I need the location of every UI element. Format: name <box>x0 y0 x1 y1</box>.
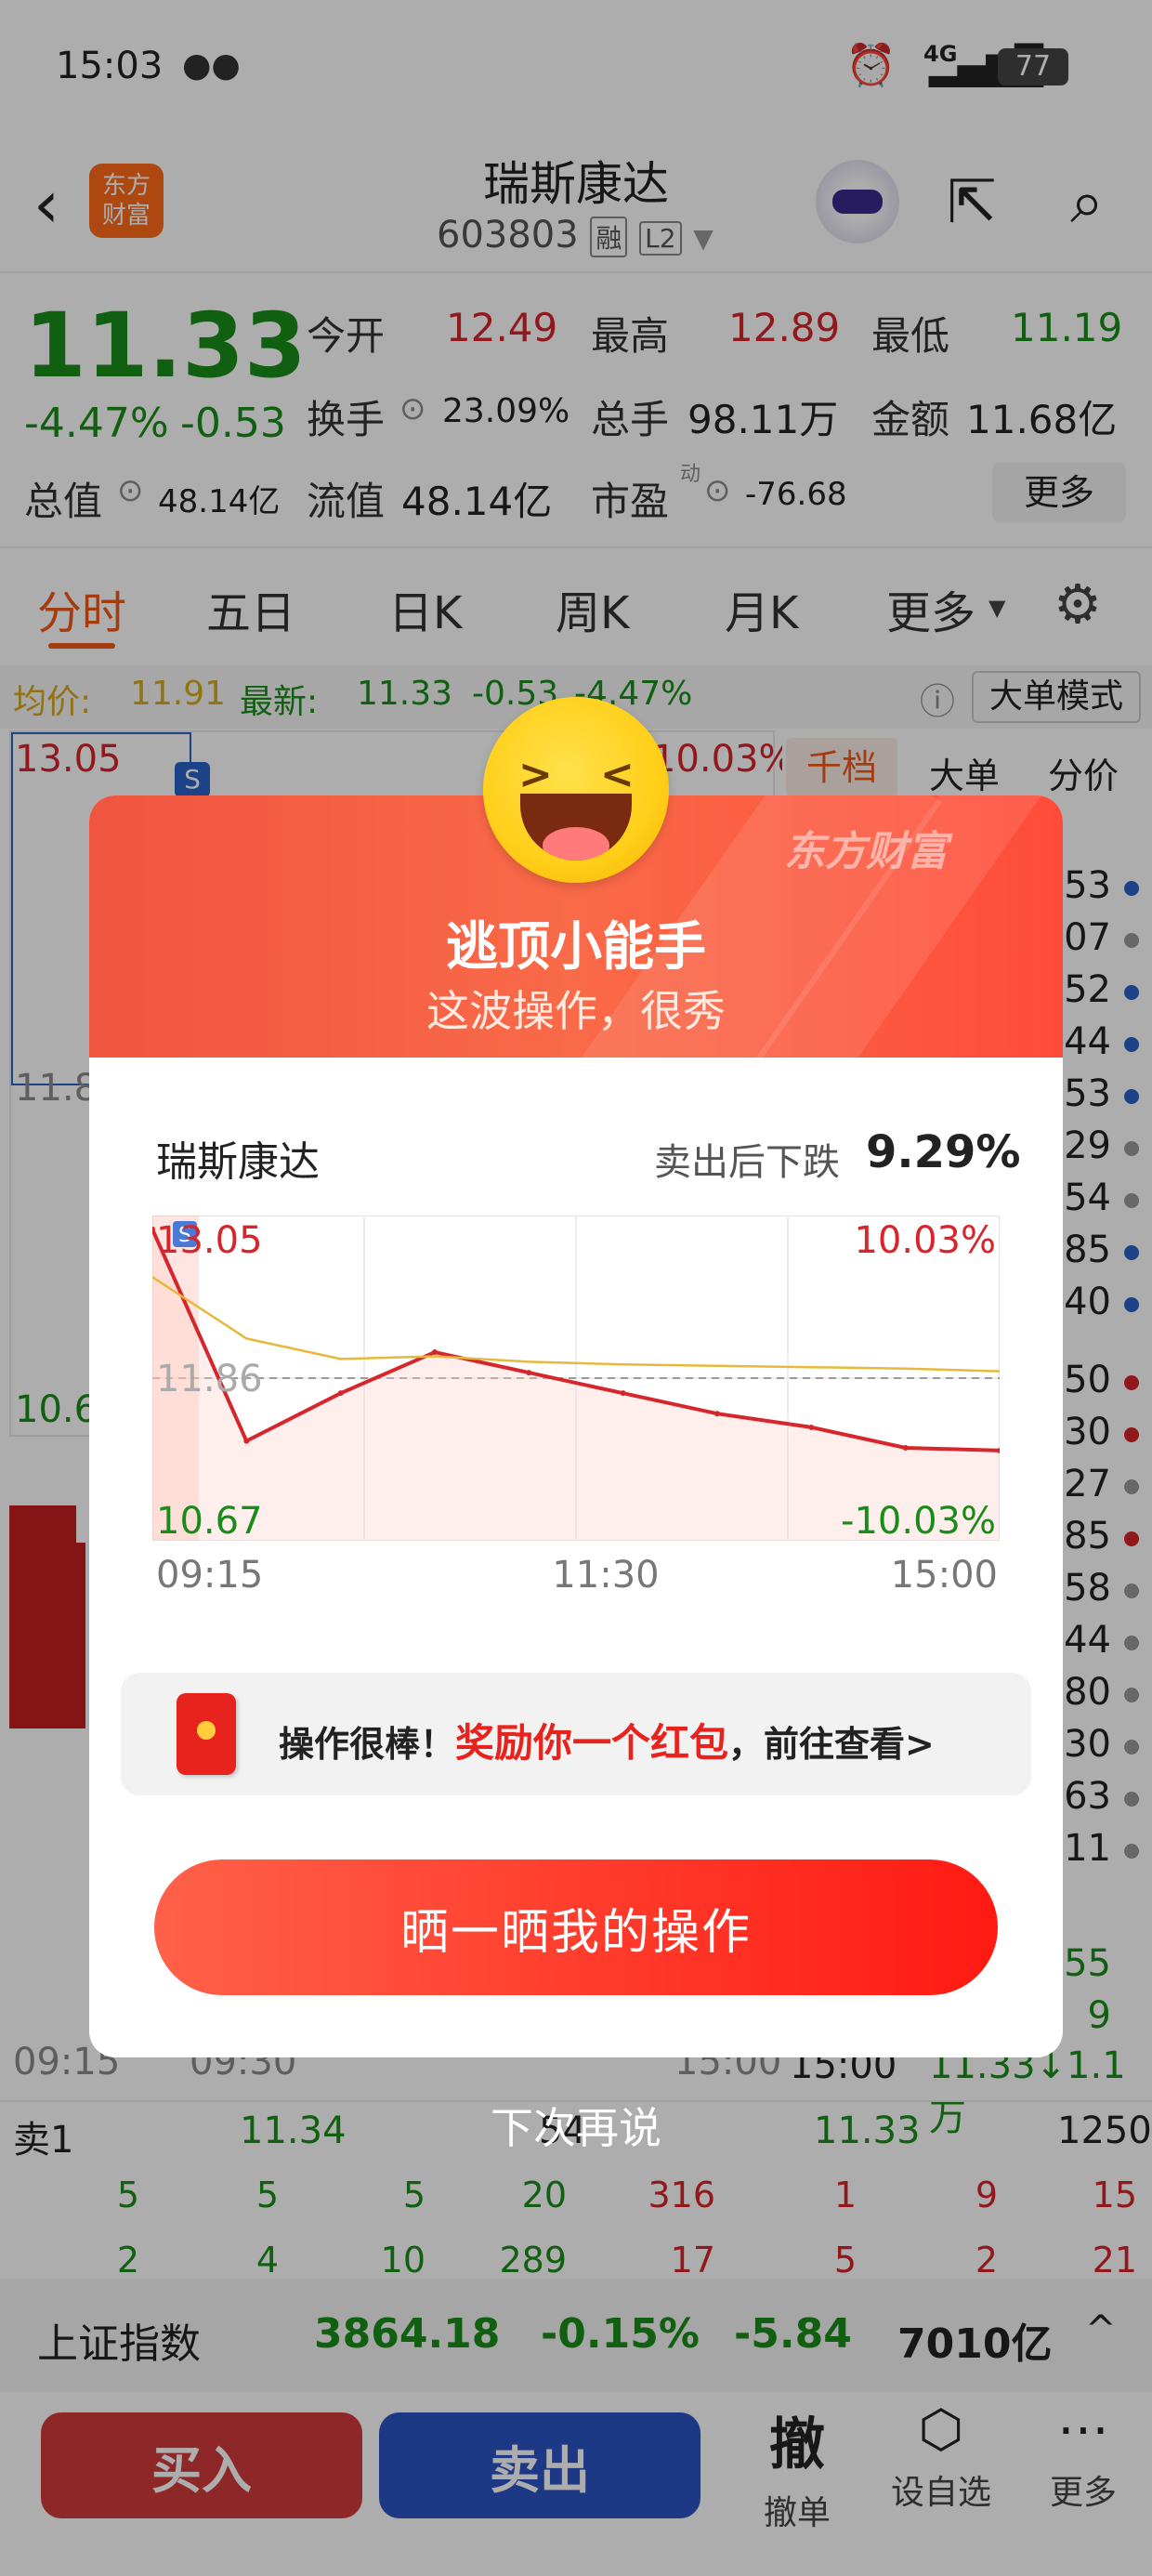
reward-highlight: 奖励你一个红包 <box>455 1720 729 1766</box>
share-operation-button[interactable]: 晒一晒我的操作 <box>154 1860 998 1995</box>
emoji-eye-right: < <box>600 751 635 798</box>
data-point <box>714 1411 720 1417</box>
data-point <box>243 1438 250 1444</box>
data-point <box>526 1370 532 1376</box>
modal-subtitle: 这波操作，很秀 <box>426 986 726 1036</box>
chart-bottom-right: -10.03% <box>841 1500 996 1541</box>
data-point <box>337 1390 344 1397</box>
red-packet-banner[interactable]: 操作很棒！奖励你一个红包，前往查看> <box>121 1673 1031 1795</box>
modal-x-label: 15:00 <box>890 1554 998 1597</box>
brand-watermark: 东方财富 <box>784 828 948 875</box>
chart-top-right: 10.03% <box>854 1219 996 1262</box>
chart-top-left: 13.05 <box>156 1219 263 1262</box>
chart-bottom-left: 10.67 <box>156 1500 263 1541</box>
red-packet-icon <box>177 1693 236 1775</box>
data-point <box>432 1349 438 1356</box>
data-point <box>902 1445 909 1451</box>
modal-stock-name: 瑞斯康达 <box>156 1138 320 1186</box>
modal-title: 逃顶小能手 <box>446 917 706 978</box>
dismiss-button[interactable]: 下次再说 <box>390 2095 762 2156</box>
drop-value: 9.29% <box>866 1126 1021 1178</box>
stock-detail-screen: 15:03 ●● ⏰ 4G ▂▄▆█ 77 ‹ 东方 财富 瑞斯康达 603803… <box>0 0 1152 2576</box>
data-point <box>620 1390 626 1397</box>
emoji-mouth <box>520 794 632 861</box>
reward-text: 操作很棒！奖励你一个红包，前往查看> <box>279 1712 935 1768</box>
reward-prefix: 操作很棒！ <box>279 1724 456 1765</box>
laughing-emoji-icon: > < <box>483 697 669 883</box>
modal-chart: S13.05 10.03%11.8610.67 -10.03% <box>152 1216 1000 1541</box>
chart-mid-left: 11.86 <box>156 1358 263 1400</box>
achievement-modal: 东方财富 逃顶小能手 这波操作，很秀 瑞斯康达 卖出后下跌 9.29% S 13.… <box>89 795 1063 2057</box>
drop-label: 卖出后下跌 <box>654 1141 840 1184</box>
emoji-eye-left: > <box>518 751 553 798</box>
data-point <box>808 1424 815 1430</box>
reward-suffix: ，前往查看> <box>728 1724 935 1765</box>
